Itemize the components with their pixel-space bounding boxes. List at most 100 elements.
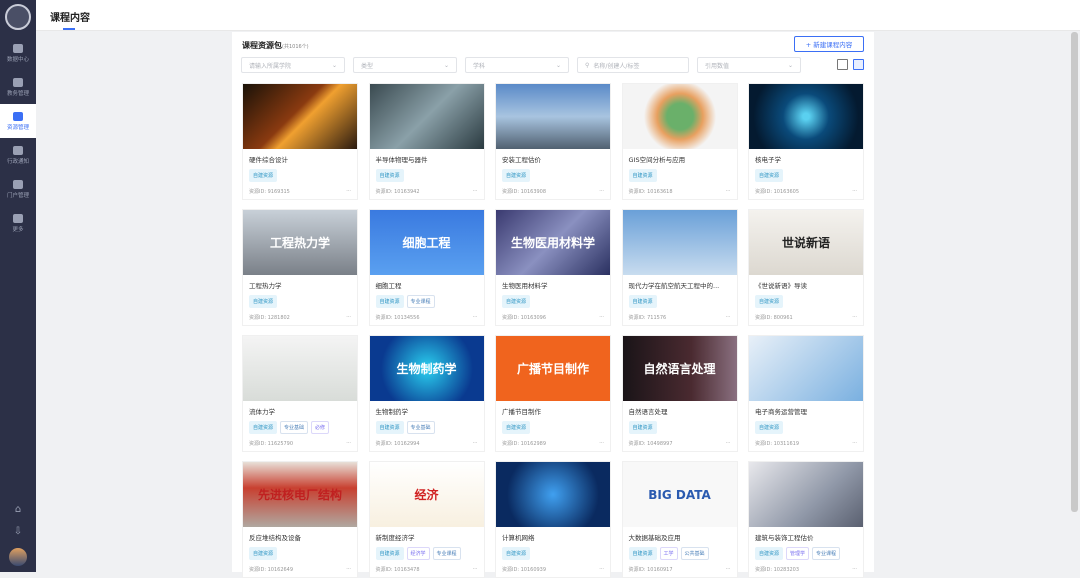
course-card[interactable]: 半导体物理与器件 自建资源 资源ID: 10163942 ···	[368, 83, 485, 200]
course-name[interactable]: 电子商务运营管理	[749, 401, 863, 416]
college-select[interactable]: 请输入所属学院 ⌄	[241, 57, 345, 73]
course-name[interactable]: 工程热力学	[243, 275, 357, 290]
avatar[interactable]	[9, 548, 27, 566]
more-options-icon[interactable]: ···	[726, 188, 731, 195]
sidebar-item-4[interactable]: 门户管理	[0, 172, 36, 206]
tag: 自建资源	[249, 547, 278, 560]
course-cover-image[interactable]	[243, 336, 357, 401]
profile-icon[interactable]: ⌂	[0, 498, 36, 520]
course-name[interactable]: 自然语言处理	[623, 401, 737, 416]
search-placeholder: 名称/创建人/标签	[593, 62, 640, 70]
course-cover-image[interactable]	[749, 462, 863, 527]
course-card[interactable]: 经济 新制度经济学 自建资源 经济学 专业课程 资源ID: 10163478 ···	[368, 461, 485, 578]
course-cover-image[interactable]	[496, 84, 610, 149]
more-options-icon[interactable]: ···	[726, 440, 731, 447]
new-course-content-button[interactable]: + 新建课程内容	[794, 36, 864, 52]
course-cover-image[interactable]: 生物医用材料学	[496, 210, 610, 275]
more-options-icon[interactable]: ···	[852, 314, 857, 321]
course-name[interactable]: 大数据基础及应用	[623, 527, 737, 542]
course-name[interactable]: 生物制药学	[370, 401, 484, 416]
course-cover-image[interactable]	[243, 84, 357, 149]
course-cover-image[interactable]: 自然语言处理	[622, 336, 737, 401]
course-card[interactable]: 流体力学 自建资源 专业基础 必修 资源ID: 11625790 ···	[242, 335, 358, 452]
course-name[interactable]: 计算机网络	[496, 527, 610, 542]
download-icon[interactable]: ⇩	[0, 520, 36, 542]
course-cover-image[interactable]: 经济	[369, 462, 484, 527]
course-cover-image[interactable]	[749, 336, 863, 401]
more-options-icon[interactable]: ···	[346, 314, 351, 321]
sidebar-item-3[interactable]: 行政通知	[0, 138, 36, 172]
course-card[interactable]: 建筑与装饰工程估价 自建资源 管理学 专业课程 资源ID: 10283203 ···	[748, 461, 864, 578]
course-cover-image[interactable]	[622, 210, 737, 275]
course-cover-image[interactable]: 细胞工程	[369, 210, 484, 275]
list-view-icon[interactable]	[837, 59, 848, 70]
sidebar-item-1[interactable]: 教务管理	[0, 70, 36, 104]
course-card[interactable]: 世说新语 《世说新语》导读 自建资源 资源ID: 800961 ···	[748, 209, 864, 326]
course-name[interactable]: 流体力学	[243, 401, 357, 416]
course-cover-image[interactable]	[496, 462, 610, 527]
course-card[interactable]: 工程热力学 工程热力学 自建资源 资源ID: 1281802 ···	[242, 209, 358, 326]
more-options-icon[interactable]: ···	[473, 440, 478, 447]
course-name[interactable]: 新制度经济学	[370, 527, 484, 542]
course-card[interactable]: 现代力学在航空航天工程中的... 自建资源 资源ID: 711576 ···	[621, 209, 738, 326]
course-cover-image[interactable]: 先进核电厂结构	[243, 462, 357, 527]
course-card[interactable]: 先进核电厂结构 反应堆结构及设备 自建资源 资源ID: 10162649 ···	[242, 461, 358, 578]
course-name[interactable]: 硬件综合设计	[243, 149, 357, 164]
course-cover-image[interactable]: BIG DATA	[622, 462, 737, 527]
course-card[interactable]: 生物制药学 生物制药学 自建资源 专业基础 资源ID: 10162994 ···	[368, 335, 485, 452]
course-name[interactable]: 广播节目制作	[496, 401, 610, 416]
course-name[interactable]: 安装工程估价	[496, 149, 610, 164]
more-options-icon[interactable]: ···	[599, 314, 604, 321]
more-options-icon[interactable]: ···	[599, 188, 604, 195]
more-options-icon[interactable]: ···	[599, 440, 604, 447]
sidebar-item-label: 资源管理	[6, 124, 29, 131]
course-card[interactable]: GIS空间分析与应用 自建资源 资源ID: 10163618 ···	[621, 83, 738, 200]
more-options-icon[interactable]: ···	[346, 188, 351, 195]
layers-icon	[13, 77, 23, 87]
course-cover-image[interactable]	[369, 84, 484, 149]
course-name[interactable]: 核电子学	[749, 149, 863, 164]
course-card[interactable]: 计算机网络 自建资源 资源ID: 10160939 ···	[495, 461, 611, 578]
search-input[interactable]: ⚲ 名称/创建人/标签	[577, 57, 689, 73]
tab-course-content[interactable]: 课程内容	[50, 9, 90, 24]
course-name[interactable]: 现代力学在航空航天工程中的...	[623, 275, 737, 290]
more-options-icon[interactable]: ···	[473, 188, 478, 195]
school-logo[interactable]	[5, 4, 31, 30]
course-name[interactable]: 半导体物理与器件	[370, 149, 484, 164]
course-cover-image[interactable]: 生物制药学	[369, 336, 484, 401]
course-card[interactable]: 硬件综合设计 自建资源 资源ID: 9169315 ···	[242, 83, 358, 200]
reference-select[interactable]: 引用数值 ⌄	[697, 57, 801, 73]
course-cover-image[interactable]	[749, 84, 863, 149]
more-options-icon[interactable]: ···	[726, 314, 731, 321]
subject-select[interactable]: 学科 ⌄	[465, 57, 569, 73]
more-options-icon[interactable]: ···	[852, 440, 857, 447]
course-card[interactable]: 电子商务运营管理 自建资源 资源ID: 10311619 ···	[748, 335, 864, 452]
more-options-icon[interactable]: ···	[852, 188, 857, 195]
type-select[interactable]: 类型 ⌄	[353, 57, 457, 73]
course-card[interactable]: 生物医用材料学 生物医用材料学 自建资源 资源ID: 10163096 ···	[495, 209, 611, 326]
grid-view-icon[interactable]	[853, 59, 864, 70]
course-card[interactable]: 核电子学 自建资源 资源ID: 10163605 ···	[748, 83, 864, 200]
course-name[interactable]: 建筑与装饰工程估价	[749, 527, 863, 542]
course-cover-image[interactable]: 世说新语	[749, 210, 863, 275]
tag: 自建资源	[375, 295, 404, 308]
more-options-icon[interactable]: ···	[473, 314, 478, 321]
course-cover-image[interactable]	[622, 84, 737, 149]
course-name[interactable]: 反应堆结构及设备	[243, 527, 357, 542]
course-card[interactable]: 自然语言处理 自然语言处理 自建资源 资源ID: 10498997 ···	[621, 335, 738, 452]
sidebar-item-2[interactable]: 资源管理	[0, 104, 36, 138]
more-options-icon[interactable]: ···	[346, 440, 351, 447]
course-card[interactable]: 广播节目制作 广播节目制作 自建资源 资源ID: 10162989 ···	[495, 335, 611, 452]
course-name[interactable]: 《世说新语》导读	[749, 275, 863, 290]
course-cover-image[interactable]: 工程热力学	[243, 210, 357, 275]
sidebar-item-0[interactable]: 数据中心	[0, 36, 36, 70]
course-card[interactable]: BIG DATA 大数据基础及应用 自建资源 工学 公共基础 资源ID: 10160…	[621, 461, 738, 578]
course-card[interactable]: 细胞工程 细胞工程 自建资源 专业课程 资源ID: 10134556 ···	[368, 209, 485, 326]
course-name[interactable]: GIS空间分析与应用	[623, 149, 737, 164]
course-cover-image[interactable]: 广播节目制作	[496, 336, 610, 401]
sidebar-item-5[interactable]: 更多	[0, 206, 36, 240]
course-name[interactable]: 生物医用材料学	[496, 275, 610, 290]
course-card[interactable]: 安装工程估价 自建资源 资源ID: 10163908 ···	[495, 83, 611, 200]
scrollbar[interactable]	[1071, 32, 1078, 512]
course-name[interactable]: 细胞工程	[370, 275, 484, 290]
